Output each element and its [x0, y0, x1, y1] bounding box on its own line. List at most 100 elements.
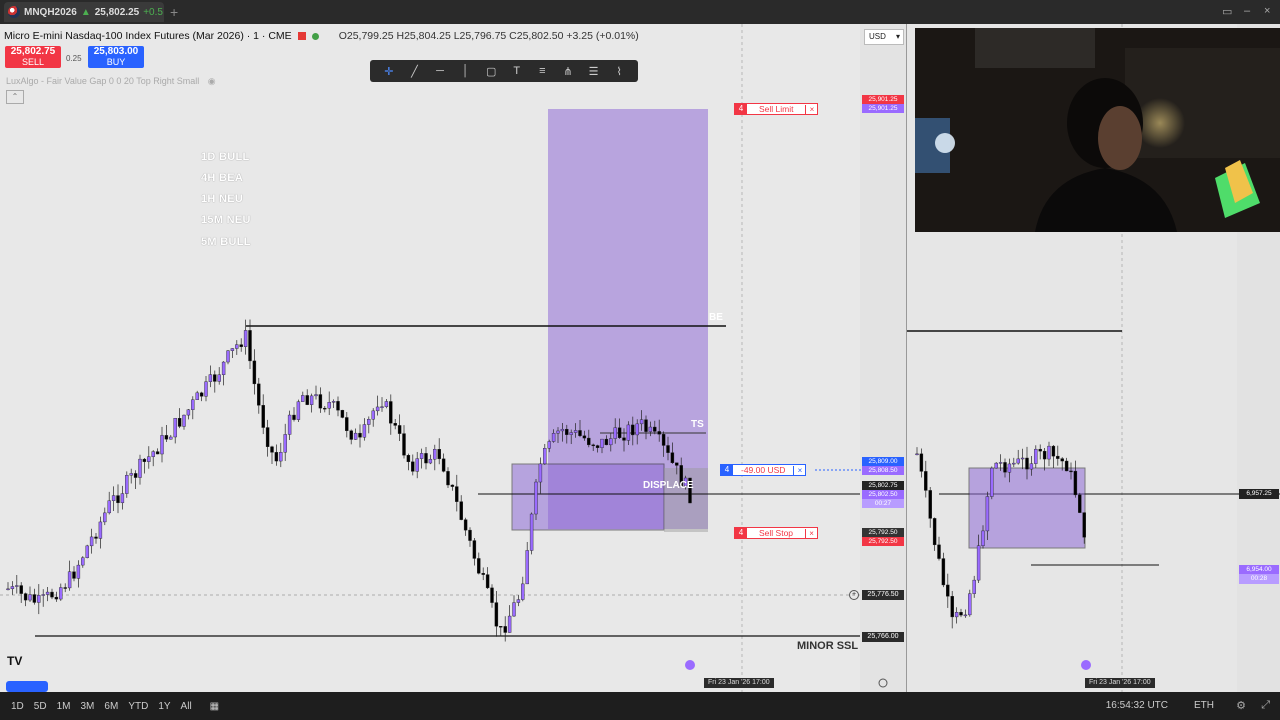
candle-body [1042, 450, 1047, 460]
chart-canvas[interactable] [0, 24, 906, 692]
candle-body [1029, 463, 1034, 470]
candle-body [450, 484, 455, 487]
sell-limit-order[interactable]: 4 Sell Limit × [734, 103, 819, 115]
candle-body [142, 458, 147, 462]
candle-body [648, 426, 653, 432]
calendar-icon[interactable]: ▦ [205, 701, 224, 712]
add-alert-plus-icon[interactable]: + [849, 590, 859, 600]
new-tab-plus-icon[interactable]: + [170, 4, 178, 20]
candle-body [32, 594, 37, 603]
candle-body [1069, 470, 1073, 473]
pitchfork-icon[interactable]: ⋔ [558, 65, 578, 78]
minimize-icon[interactable]: – [1244, 5, 1250, 17]
timeframe-1y[interactable]: 1Y [153, 701, 175, 712]
cancel-order-icon[interactable]: × [805, 104, 817, 114]
bias-5m: 5M BULL [201, 236, 251, 248]
candle-body [463, 519, 468, 531]
buy-button[interactable]: 25,803.00 BUY [88, 46, 144, 68]
candle-body [490, 587, 494, 603]
chevron-down-icon: ▾ [895, 32, 900, 41]
timeframe-all[interactable]: All [176, 701, 197, 712]
timeframe-6m[interactable]: 6M [99, 701, 123, 712]
vertical-line-icon[interactable]: │ [456, 65, 476, 77]
candle-body [428, 458, 433, 464]
session-label[interactable]: ETH [1194, 700, 1214, 711]
layout-icon[interactable]: ▭ [1222, 5, 1232, 18]
candle-body [397, 425, 402, 434]
candle-body [133, 473, 138, 478]
collapse-legend-button[interactable]: ⌃ [6, 90, 24, 104]
candle-body [521, 583, 525, 600]
sell-button[interactable]: 25,802.75 SELL [5, 46, 61, 68]
timeframe-ytd[interactable]: YTD [123, 701, 153, 712]
timeframe-1m[interactable]: 1M [52, 701, 76, 712]
candle-body [635, 423, 639, 436]
close-position-icon[interactable]: × [793, 465, 805, 475]
clock[interactable]: 16:54:32 UTC [1106, 700, 1168, 711]
candle-body [424, 453, 428, 464]
candle-body [591, 444, 595, 447]
indicator-legend[interactable]: LuxAlgo - Fair Value Gap 0 0 20 Top Righ… [6, 76, 216, 87]
candle-body [560, 428, 565, 432]
current-price-tag-2: 25,802.50 [862, 490, 904, 499]
crosshair-icon[interactable]: ✛ [379, 65, 399, 78]
tradingview-logo-icon[interactable]: TV [7, 654, 29, 668]
symbol-title[interactable]: Micro E-mini Nasdaq-100 Index Futures (M… [4, 30, 292, 42]
currency-select[interactable]: USD ▾ [864, 29, 904, 45]
candle-body [446, 471, 450, 486]
candle-body [252, 360, 257, 385]
candle-body [10, 586, 15, 590]
main-chart[interactable]: Micro E-mini Nasdaq-100 Index Futures (M… [0, 24, 906, 692]
candle-body [441, 458, 446, 472]
candle-body [15, 585, 19, 587]
candle-body [389, 401, 393, 424]
timeframe-3m[interactable]: 3M [76, 701, 100, 712]
candle-body [107, 500, 111, 514]
candle-body [613, 427, 617, 439]
path-icon[interactable]: ⌇ [609, 65, 629, 78]
close-window-icon[interactable]: × [1264, 5, 1270, 17]
settings-icon[interactable]: ⚙ [1236, 699, 1246, 712]
candle-body [919, 453, 924, 472]
position-order[interactable]: 4 -49.00 USD × [720, 464, 807, 476]
timeframe-5d[interactable]: 5D [29, 701, 52, 712]
lines-icon[interactable]: ☰ [584, 65, 604, 78]
candle-body [327, 402, 331, 409]
candle-body [419, 453, 424, 459]
candle-body [331, 401, 336, 403]
fib-icon[interactable]: ≡ [532, 65, 552, 77]
candle-body [129, 473, 133, 476]
candle-body [358, 432, 362, 438]
order-qty: 4 [735, 528, 747, 538]
candle-body [503, 626, 507, 633]
candle-body [644, 419, 648, 432]
candle-body [675, 462, 679, 466]
timeline-scroll-button[interactable] [6, 681, 48, 692]
candle-body [998, 462, 1003, 464]
bias-1d: 1D BULL [201, 151, 250, 163]
candle-body [63, 587, 67, 589]
secondary-time-tag: Fri 23 Jan '26 17:00 [1085, 678, 1155, 688]
candle-body [274, 452, 279, 462]
text-icon[interactable]: T [507, 65, 527, 77]
candle-body [155, 451, 160, 455]
trendline-icon[interactable]: ╱ [404, 65, 424, 78]
candle-body [98, 521, 103, 539]
horizontal-line-icon[interactable]: ─ [430, 65, 450, 77]
candle-body [50, 591, 54, 598]
tab-arrow: ▲ [80, 6, 91, 18]
rectangle-icon[interactable]: ▢ [481, 65, 501, 78]
candle-body [954, 612, 959, 618]
candle-body [415, 458, 419, 472]
candle-body [208, 374, 213, 382]
candle-body [626, 424, 631, 441]
crosshair-price-tag: 25,776.50 [862, 590, 904, 600]
tab-symbol[interactable]: MNQH2026 ▲ 25,802.25 +0.5 [4, 2, 164, 22]
fullscreen-icon[interactable]: ⤢ [1261, 699, 1270, 712]
candle-body [631, 424, 635, 436]
cancel-order-icon[interactable]: × [805, 528, 817, 538]
order-label: Sell Limit [759, 104, 794, 114]
eye-icon[interactable]: ◉ [208, 76, 216, 86]
sell-stop-order[interactable]: 4 Sell Stop × [734, 527, 819, 539]
timeframe-1d[interactable]: 1D [6, 701, 29, 712]
